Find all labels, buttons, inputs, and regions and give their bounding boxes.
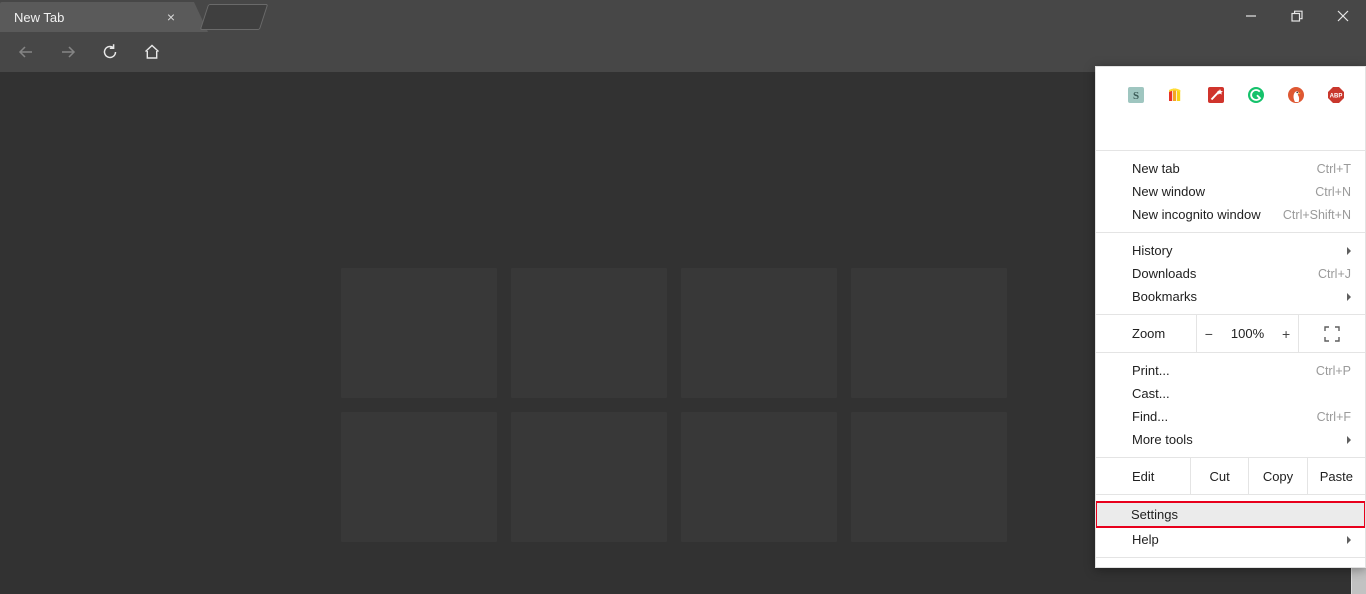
new-tab-button[interactable] [199, 4, 269, 30]
tab-strip: New Tab × [0, 0, 1366, 32]
menu-item-label: Bookmarks [1132, 289, 1198, 304]
menu-group-browse: History Downloads Ctrl+J Bookmarks [1096, 233, 1365, 314]
svg-text:ABP: ABP [1330, 94, 1343, 100]
menu-item-exit[interactable]: Exit Ctrl+Shift+Q [1096, 564, 1365, 567]
maximize-icon[interactable] [1274, 0, 1320, 32]
menu-group-settings: Settings Help [1096, 495, 1365, 557]
menu-item-cast[interactable]: Cast... [1096, 382, 1365, 405]
menu-item-downloads[interactable]: Downloads Ctrl+J [1096, 262, 1365, 285]
shortcut-tile[interactable] [681, 268, 837, 398]
menu-item-label: New tab [1132, 161, 1180, 176]
menu-item-shortcut: Ctrl+Shift+N [1282, 207, 1351, 222]
menu-item-new-incognito-window[interactable]: New incognito window Ctrl+Shift+N [1096, 203, 1365, 226]
menu-item-shortcut: Ctrl+F [1316, 409, 1351, 424]
menu-item-label: Print... [1132, 363, 1170, 378]
menu-item-label: History [1132, 243, 1173, 258]
menu-item-label: Help [1132, 532, 1159, 547]
menu-item-settings[interactable]: Settings [1096, 501, 1365, 528]
page-scrollbar[interactable] [1351, 568, 1366, 594]
menu-item-label: New window [1132, 184, 1205, 199]
reload-icon[interactable] [94, 36, 126, 68]
menu-item-history[interactable]: History [1096, 239, 1365, 262]
menu-item-help[interactable]: Help [1096, 528, 1365, 551]
zoom-level-value: 100% [1230, 326, 1265, 341]
adblock-plus-extension-icon[interactable]: ABP [1326, 85, 1346, 105]
tab-close-icon[interactable]: × [164, 10, 178, 24]
menu-edit-row: Edit Cut Copy Paste [1096, 458, 1365, 494]
menu-item-label: Downloads [1132, 266, 1197, 281]
zoom-label: Zoom [1132, 326, 1166, 341]
close-icon[interactable] [1320, 0, 1366, 32]
shortcut-tile[interactable] [341, 412, 497, 542]
home-icon[interactable] [136, 36, 168, 68]
back-icon[interactable] [10, 36, 42, 68]
forward-icon[interactable] [52, 36, 84, 68]
shortcut-tile[interactable] [851, 412, 1007, 542]
menu-item-more-tools[interactable]: More tools [1096, 428, 1365, 451]
menu-item-shortcut: Ctrl+J [1318, 266, 1351, 281]
svg-text:S: S [1133, 90, 1139, 102]
menu-item-print[interactable]: Print... Ctrl+P [1096, 359, 1365, 382]
menu-item-label: More tools [1132, 432, 1193, 447]
menu-item-shortcut: Ctrl+T [1316, 161, 1351, 176]
menu-item-label: New incognito window [1132, 207, 1261, 222]
magic-wand-extension-icon[interactable] [1206, 85, 1226, 105]
menu-item-label: Settings [1131, 507, 1178, 522]
chevron-right-icon [1347, 435, 1351, 444]
marker-extension-icon[interactable] [1166, 85, 1186, 105]
zoom-controls: − 100% + [1196, 315, 1299, 352]
browser-tab[interactable]: New Tab × [0, 2, 208, 32]
menu-item-new-window[interactable]: New window Ctrl+N [1096, 180, 1365, 203]
menu-item-bookmarks[interactable]: Bookmarks [1096, 285, 1365, 308]
zoom-in-button[interactable]: + [1280, 326, 1292, 342]
menu-item-find[interactable]: Find... Ctrl+F [1096, 405, 1365, 428]
menu-item-shortcut: Ctrl+N [1315, 184, 1351, 199]
fullscreen-icon[interactable] [1299, 315, 1365, 352]
menu-group-new: New tab Ctrl+T New window Ctrl+N New inc… [1096, 151, 1365, 232]
shortcut-tile[interactable] [851, 268, 1007, 398]
edit-label: Edit [1132, 468, 1155, 484]
menu-zoom-row: Zoom − 100% + [1096, 315, 1365, 352]
menu-group-tools: Print... Ctrl+P Cast... Find... Ctrl+F M… [1096, 353, 1365, 457]
menu-item-shortcut: Ctrl+P [1315, 363, 1351, 378]
shortcut-tile[interactable] [511, 268, 667, 398]
grammarly-extension-icon[interactable] [1246, 85, 1266, 105]
paste-button[interactable]: Paste [1306, 458, 1365, 494]
menu-item-new-tab[interactable]: New tab Ctrl+T [1096, 157, 1365, 180]
shortcut-tile[interactable] [341, 268, 497, 398]
copy-button[interactable]: Copy [1248, 458, 1306, 494]
cut-button[interactable]: Cut [1190, 458, 1248, 494]
chevron-right-icon [1347, 246, 1351, 255]
menu-item-label: Cast... [1132, 386, 1170, 401]
shortcut-tile[interactable] [511, 412, 667, 542]
shortcut-tile[interactable] [681, 412, 837, 542]
minimize-icon[interactable] [1228, 0, 1274, 32]
chrome-main-menu: S ABP New tab Ctrl+T New window Ctrl+N N… [1095, 66, 1366, 568]
shortcut-tiles-grid [341, 268, 1007, 542]
tab-title: New Tab [14, 9, 65, 25]
evernote-extension-icon[interactable]: S [1126, 85, 1146, 105]
window-controls [1228, 0, 1366, 32]
menu-group-exit: Exit Ctrl+Shift+Q [1096, 558, 1365, 567]
chevron-right-icon [1347, 535, 1351, 544]
zoom-out-button[interactable]: − [1203, 326, 1215, 342]
menu-item-label: Find... [1132, 409, 1169, 424]
duckduckgo-extension-icon[interactable] [1286, 85, 1306, 105]
menu-extensions-row: S ABP [1096, 67, 1365, 123]
chevron-right-icon [1347, 292, 1351, 301]
